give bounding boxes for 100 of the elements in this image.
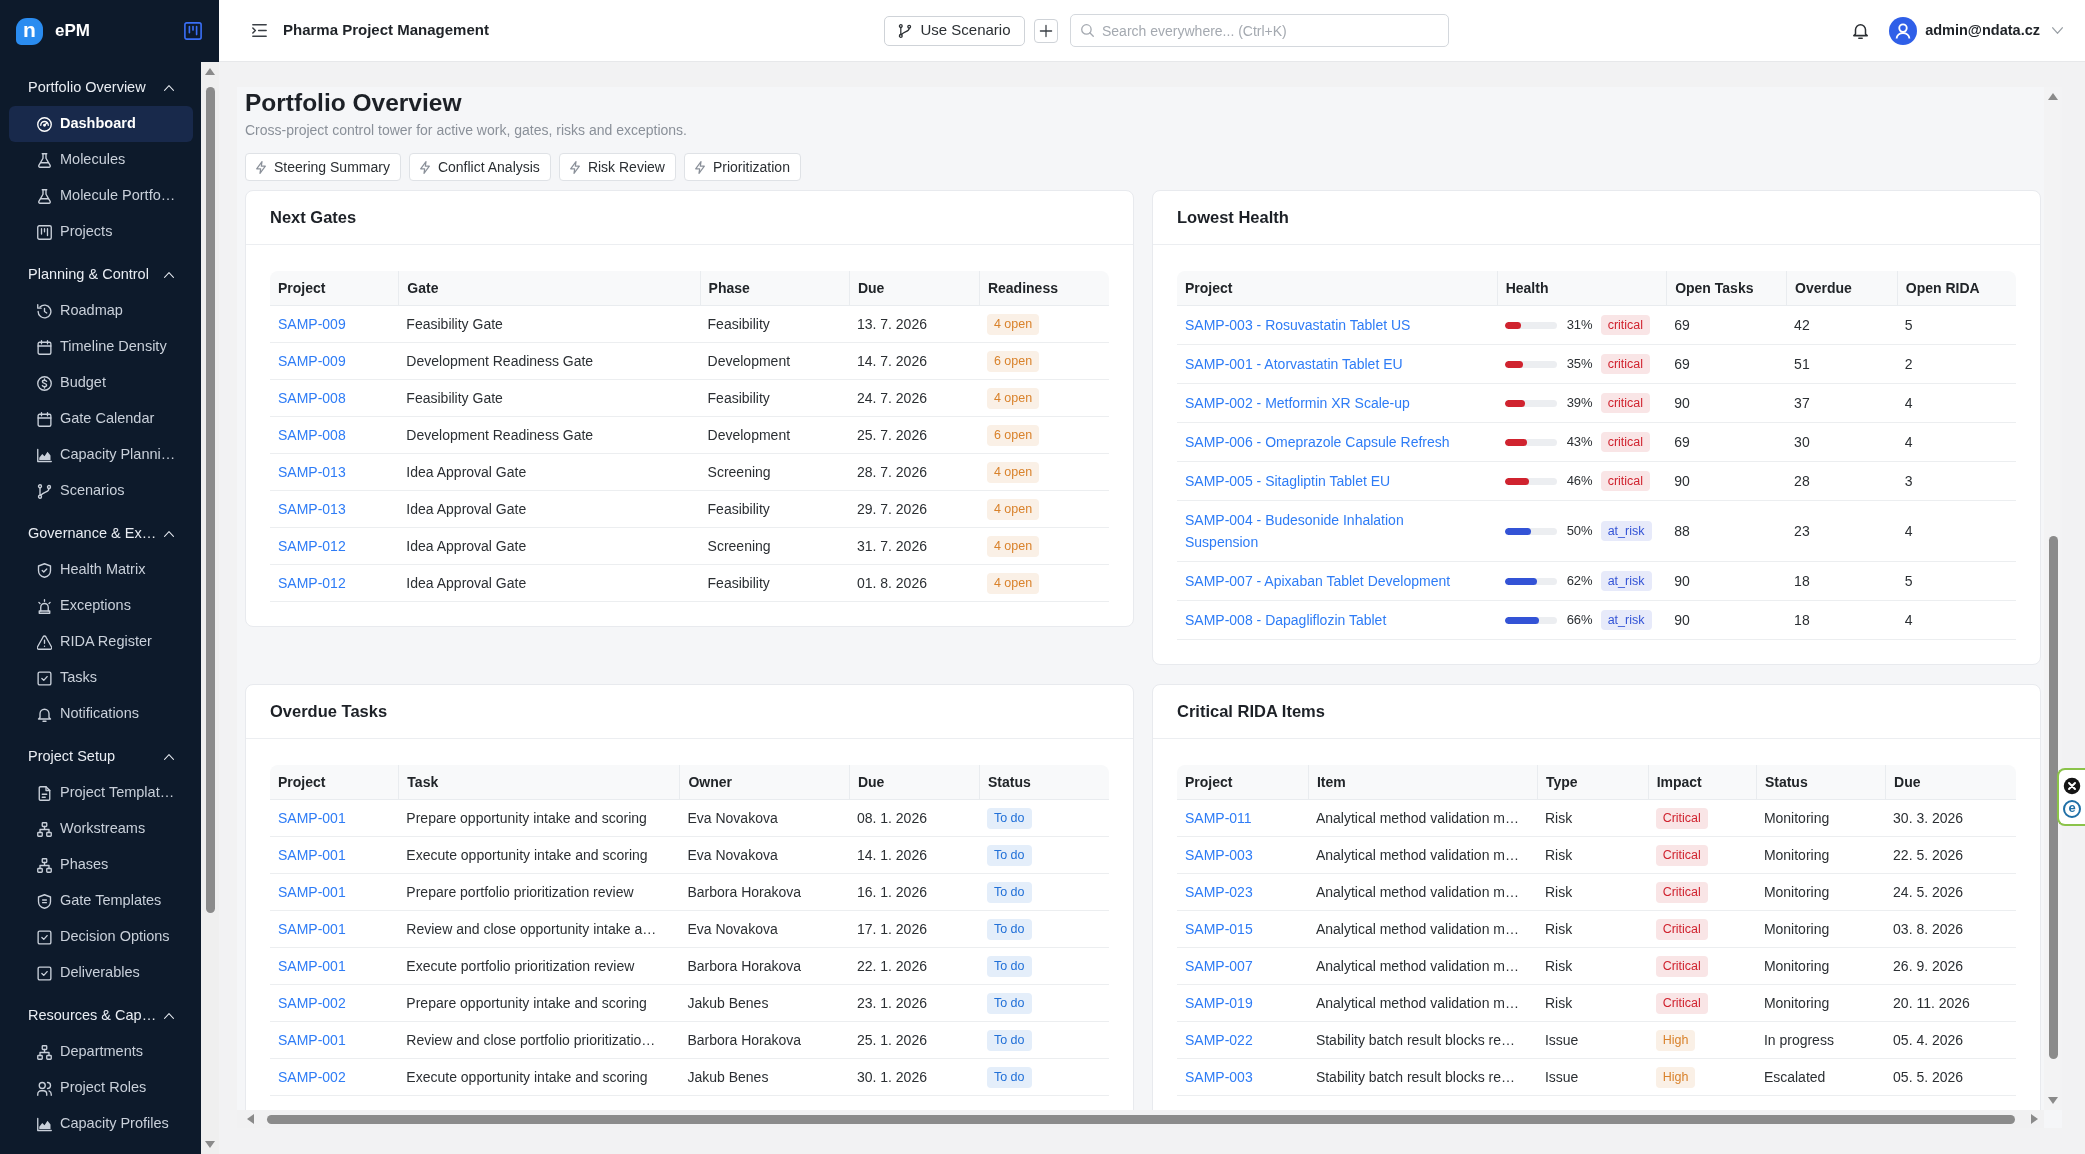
lightning-icon xyxy=(694,160,705,174)
project-link[interactable]: SAMP-011 xyxy=(1185,809,1252,826)
card-title: Next Gates xyxy=(270,207,358,228)
search-field[interactable]: Search everywhere... (Ctrl+K) xyxy=(1070,14,1449,47)
sidebar-item[interactable]: Projects xyxy=(9,214,193,250)
sidebar-group-header[interactable]: Project Setup xyxy=(9,739,193,775)
project-link[interactable]: SAMP-003 xyxy=(1185,1068,1253,1085)
project-link[interactable]: SAMP-003 - Rosuvastatin Tablet US xyxy=(1185,314,1411,336)
project-link[interactable]: SAMP-013 xyxy=(278,463,346,480)
project-link[interactable]: SAMP-005 - Sitagliptin Tablet EU xyxy=(1185,470,1391,492)
project-link[interactable]: SAMP-001 - Atorvastatin Tablet EU xyxy=(1185,353,1403,375)
sidebar-group-header[interactable]: Portfolio Overview xyxy=(9,70,193,106)
project-link[interactable]: SAMP-001 xyxy=(278,957,346,974)
sidebar-item[interactable]: Exceptions xyxy=(9,588,193,624)
sidebar-item[interactable]: Capacity Profiles xyxy=(9,1106,193,1142)
project-link[interactable]: SAMP-001 xyxy=(278,1031,346,1048)
lightning-icon xyxy=(419,160,430,174)
sidebar-item[interactable]: Notifications xyxy=(9,696,193,732)
table-cell: 4 xyxy=(1896,423,2016,462)
project-link[interactable]: SAMP-001 xyxy=(278,920,346,937)
table-cell: 24. 5. 2026 xyxy=(1885,874,2016,911)
project-link[interactable]: SAMP-015 xyxy=(1185,920,1253,937)
sidebar-item[interactable]: Project Roles xyxy=(9,1070,193,1106)
avatar-icon[interactable] xyxy=(1889,16,1918,45)
table-cell: In progress xyxy=(1755,1022,1886,1059)
project-link[interactable]: SAMP-002 xyxy=(278,994,346,1011)
project-link[interactable]: SAMP-012 xyxy=(278,574,346,591)
chevron-up-icon[interactable] xyxy=(164,272,174,278)
sidebar-item[interactable]: Molecule Portfo… xyxy=(9,178,193,214)
table-cell: Execute portfolio prioritization review xyxy=(398,948,680,985)
table-cell: Eva Novakova xyxy=(679,911,849,948)
table-cell: 14. 1. 2026 xyxy=(848,837,979,874)
column-header: Project xyxy=(1177,271,1497,306)
sidebar-item[interactable]: Workstreams xyxy=(9,811,193,847)
project-link[interactable]: SAMP-004 - Budesonide Inhalation Suspension xyxy=(1185,509,1465,553)
project-link[interactable]: SAMP-023 xyxy=(1185,883,1253,900)
project-link[interactable]: SAMP-009 xyxy=(278,352,346,369)
chevron-up-icon[interactable] xyxy=(164,531,174,537)
sidebar-item[interactable]: RIDA Register xyxy=(9,624,193,660)
close-icon[interactable] xyxy=(2063,776,2081,795)
project-link[interactable]: SAMP-009 xyxy=(278,315,346,332)
project-link[interactable]: SAMP-008 xyxy=(278,389,346,406)
extension-badge[interactable]: e xyxy=(2063,799,2081,818)
project-link[interactable]: SAMP-008 xyxy=(278,426,346,443)
quick-action-button[interactable]: Steering Summary xyxy=(245,153,401,181)
table-cell: Development Readiness Gate xyxy=(398,417,700,454)
use-scenario-button[interactable]: Use Scenario xyxy=(884,15,1025,46)
project-link[interactable]: SAMP-013 xyxy=(278,500,346,517)
table-cell: 69 xyxy=(1666,345,1787,384)
sidebar-item[interactable]: Project Templat… xyxy=(9,775,193,811)
project-link[interactable]: SAMP-001 xyxy=(278,883,346,900)
quick-action-button[interactable]: Risk Review xyxy=(558,153,676,181)
sidebar-group-header[interactable]: Planning & Control xyxy=(9,257,193,293)
sidebar-item[interactable]: Decision Options xyxy=(9,919,193,955)
menu-icon[interactable] xyxy=(252,24,267,37)
project-link[interactable]: SAMP-022 xyxy=(1185,1031,1253,1048)
quick-action-button[interactable]: Prioritization xyxy=(683,153,801,181)
table-cell: Feasibility xyxy=(699,565,849,602)
chevron-up-icon[interactable] xyxy=(164,85,174,91)
readiness-badge: 4 open xyxy=(986,573,1040,594)
sidebar-group-header[interactable]: Governance & Ex… xyxy=(9,516,193,552)
sidebar-item[interactable]: Capacity Planni… xyxy=(9,437,193,473)
table-cell: Stability batch result blocks re… xyxy=(1307,1059,1537,1096)
chevron-up-icon[interactable] xyxy=(164,754,174,760)
project-link[interactable]: SAMP-007 xyxy=(1185,957,1253,974)
sidebar-item[interactable]: Tasks xyxy=(9,660,193,696)
project-link[interactable]: SAMP-012 xyxy=(278,537,346,554)
add-button[interactable] xyxy=(1034,18,1058,43)
sidebar-item[interactable]: Gate Templates xyxy=(9,883,193,919)
sidebar-item[interactable]: Health Matrix xyxy=(9,552,193,588)
project-link[interactable]: SAMP-002 xyxy=(278,1068,346,1085)
project-link[interactable]: SAMP-002 - Metformin XR Scale-up xyxy=(1185,392,1410,414)
bell-icon[interactable] xyxy=(1853,22,1869,39)
area-chart-icon xyxy=(37,1116,52,1132)
sidebar-item[interactable]: Dashboard xyxy=(9,106,193,142)
sidebar-item[interactable]: Phases xyxy=(9,847,193,883)
sidebar-group-header[interactable]: Resources & Cap… xyxy=(9,998,193,1034)
health-percent: 62% xyxy=(1565,572,1593,591)
sidebar-item[interactable]: Molecules xyxy=(9,142,193,178)
project-link[interactable]: SAMP-007 - Apixaban Tablet Development xyxy=(1185,570,1451,592)
project-link[interactable]: SAMP-008 - Dapagliflozin Tablet xyxy=(1185,609,1387,631)
sidebar-item[interactable]: Deliverables xyxy=(9,955,193,991)
sidebar-item[interactable]: Budget xyxy=(9,365,193,401)
sidebar-item[interactable]: Scenarios xyxy=(9,473,193,509)
sidebar-item[interactable]: Departments xyxy=(9,1034,193,1070)
table-cell: 88 xyxy=(1666,501,1787,562)
sidebar-item[interactable]: Gate Calendar xyxy=(9,401,193,437)
sidebar-item[interactable]: Timeline Density xyxy=(9,329,193,365)
project-link[interactable]: SAMP-006 - Omeprazole Capsule Refresh xyxy=(1185,431,1450,453)
project-link[interactable]: SAMP-003 xyxy=(1185,846,1253,863)
sidebar-item[interactable]: Roadmap xyxy=(9,293,193,329)
sidebar-scrollbar[interactable] xyxy=(201,62,219,1154)
user-email[interactable]: admin@ndata.cz xyxy=(1925,19,2040,42)
project-link[interactable]: SAMP-001 xyxy=(278,846,346,863)
gauge-icon xyxy=(37,116,52,132)
quick-action-button[interactable]: Conflict Analysis xyxy=(408,153,551,181)
project-link[interactable]: SAMP-001 xyxy=(278,809,346,826)
board-icon[interactable] xyxy=(184,22,202,40)
chevron-up-icon[interactable] xyxy=(164,1013,174,1019)
project-link[interactable]: SAMP-019 xyxy=(1185,994,1253,1011)
